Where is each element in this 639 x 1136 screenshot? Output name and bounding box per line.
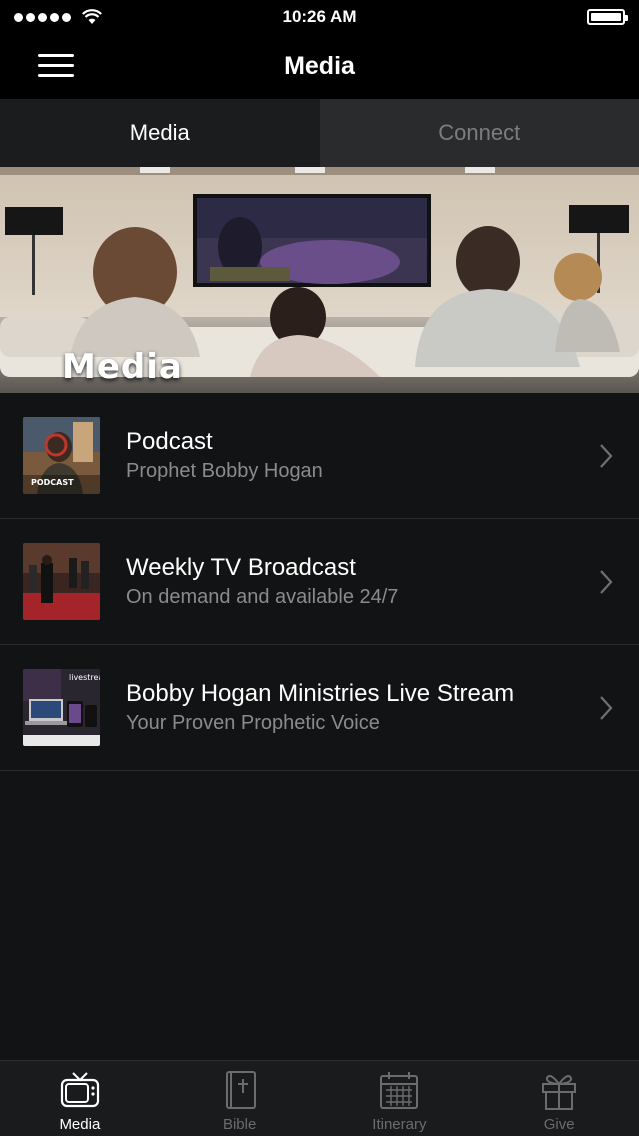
live-stream-thumb-text: livestream — [69, 673, 100, 682]
media-list: PODCAST Podcast Prophet Bobby Hogan Week… — [0, 393, 639, 771]
tv-broadcast-thumbnail — [23, 543, 100, 620]
live-stream-thumbnail: livestream — [23, 669, 100, 746]
chevron-right-icon — [600, 696, 613, 720]
list-item-subtitle: On demand and available 24/7 — [126, 586, 399, 608]
bottom-tab-bar: Media Bible Itinerary Give — [0, 1060, 639, 1136]
calendar-icon — [380, 1072, 419, 1109]
list-item-live-stream[interactable]: livestream Bobby Hogan Ministries Live S… — [0, 645, 639, 771]
segmented-tabs: Media Connect — [0, 99, 639, 167]
list-item-podcast[interactable]: PODCAST Podcast Prophet Bobby Hogan — [0, 393, 639, 519]
tab-bar-itinerary[interactable]: Itinerary — [320, 1061, 480, 1136]
tv-icon — [60, 1072, 99, 1108]
list-item-title: Weekly TV Broadcast — [126, 554, 356, 581]
battery-icon — [587, 9, 628, 25]
list-item-weekly-tv-broadcast[interactable]: Weekly TV Broadcast On demand and availa… — [0, 519, 639, 645]
bible-icon — [225, 1071, 256, 1109]
tab-bar-media[interactable]: Media — [0, 1061, 160, 1136]
media-screen: 10:26 AM Media Media Connect Media PODCA… — [0, 0, 639, 1136]
tab-bar-label: Itinerary — [372, 1116, 427, 1133]
page-title: Media — [284, 52, 355, 80]
tab-bar-label: Give — [543, 1116, 575, 1133]
list-item-subtitle: Your Proven Prophetic Voice — [126, 712, 380, 734]
status-bar: 10:26 AM — [0, 0, 639, 34]
tab-media[interactable]: Media — [0, 99, 320, 167]
tab-bar-label: Bible — [222, 1116, 257, 1133]
list-item-subtitle: Prophet Bobby Hogan — [126, 460, 323, 482]
tab-bar-bible[interactable]: Bible — [160, 1061, 320, 1136]
media-banner-image: Media — [0, 167, 639, 393]
banner-overlay-text: Media — [62, 347, 183, 387]
status-time: 10:26 AM — [282, 7, 357, 26]
podcast-thumb-text: PODCAST — [31, 478, 74, 487]
list-item-title: Bobby Hogan Ministries Live Stream — [126, 680, 515, 707]
chevron-right-icon — [600, 570, 613, 594]
podcast-thumbnail: PODCAST — [23, 417, 100, 494]
chevron-right-icon — [600, 444, 613, 468]
gift-icon — [542, 1075, 577, 1110]
tab-connect[interactable]: Connect — [319, 99, 639, 167]
navigation-bar: Media — [0, 34, 639, 99]
tab-bar-label: Media — [59, 1116, 101, 1133]
list-item-title: Podcast — [126, 428, 213, 455]
tab-bar-give[interactable]: Give — [479, 1061, 639, 1136]
